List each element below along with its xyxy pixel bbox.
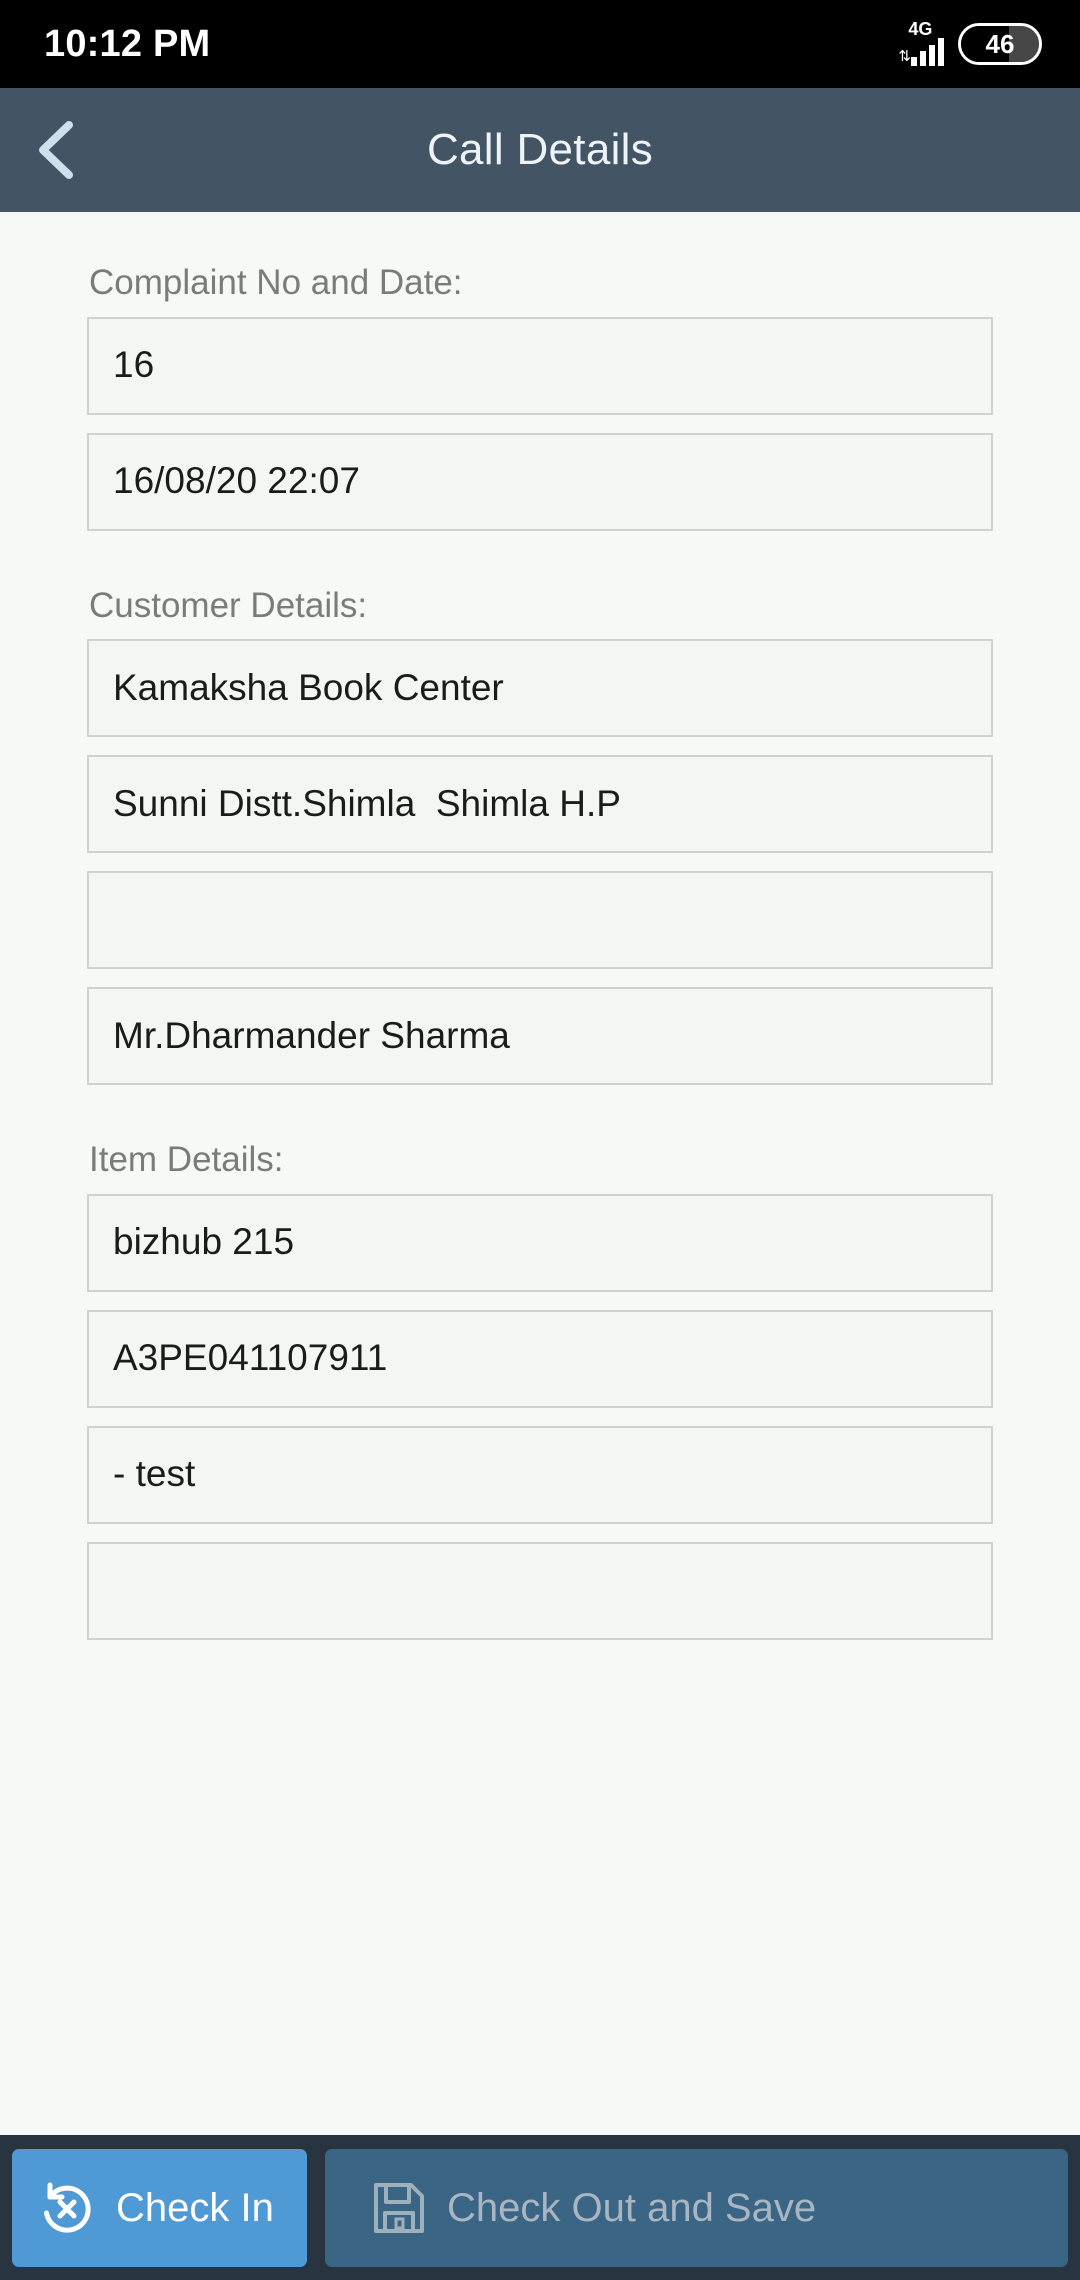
complaint-date-value: 16/08/20 22:07: [113, 460, 360, 502]
page-title: Call Details: [426, 125, 654, 174]
customer-name-value: Kamaksha Book Center: [113, 666, 504, 708]
section-customer: Customer Details: Kamaksha Book Center S…: [87, 549, 993, 1085]
item-problem-field[interactable]: - test: [87, 1425, 993, 1524]
item-serial-field[interactable]: A3PE041107911: [87, 1309, 993, 1408]
status-bar: 10:12 PM 4G ⇅ 46: [0, 0, 1080, 88]
complaint-date-field[interactable]: 16/08/20 22:07: [87, 432, 993, 531]
check-in-button[interactable]: Check In: [12, 2148, 307, 2267]
section-item: Item Details: bizhub 215 A3PE041107911 -…: [87, 1103, 993, 1640]
signal-bars-icon: [911, 36, 944, 66]
battery-level-label: 46: [985, 29, 1015, 59]
check-out-and-save-label: Check Out and Save: [447, 2185, 817, 2230]
customer-address-value: Sunni Distt.Shimla Shimla H.P: [113, 782, 621, 824]
section-complaint: Complaint No and Date: 16 16/08/20 22:07: [87, 212, 993, 531]
back-chevron-icon: [33, 119, 77, 181]
customer-contact-person-value: Mr.Dharmander Sharma: [113, 1014, 510, 1056]
status-clock: 10:12 PM: [44, 23, 211, 65]
customer-contact-person-field[interactable]: Mr.Dharmander Sharma: [87, 987, 993, 1085]
section-label-item: Item Details:: [89, 1140, 284, 1179]
app-bar: Call Details: [0, 88, 1080, 212]
check-in-circular-x-icon: [38, 2179, 96, 2237]
bottom-action-bar: Check In Check Out and Save: [0, 2135, 1080, 2280]
data-transfer-arrows-icon: ⇅: [898, 48, 911, 65]
phone-screen: 10:12 PM 4G ⇅ 46 Call Details Complaint …: [0, 0, 1080, 2280]
status-icons: 4G ⇅ 46: [898, 19, 1042, 66]
network-indicator: 4G ⇅: [898, 19, 944, 66]
item-problem-value: - test: [113, 1453, 196, 1495]
network-type-label: 4G: [908, 19, 933, 39]
section-label-complaint: Complaint No and Date:: [89, 263, 463, 302]
item-serial-value: A3PE041107911: [113, 1337, 388, 1379]
save-floppy-disk-icon: [371, 2180, 427, 2236]
check-out-and-save-button[interactable]: Check Out and Save: [325, 2148, 1068, 2267]
back-button[interactable]: [0, 88, 110, 212]
customer-phone-field[interactable]: [87, 871, 993, 969]
customer-address-field[interactable]: Sunni Distt.Shimla Shimla H.P: [87, 755, 993, 853]
section-label-customer: Customer Details:: [89, 585, 368, 625]
complaint-number-value: 16: [113, 344, 155, 386]
item-model-value: bizhub 215: [113, 1221, 295, 1263]
battery-icon: 46: [958, 23, 1042, 65]
item-remarks-field[interactable]: [87, 1541, 993, 1640]
complaint-number-field[interactable]: 16: [87, 316, 993, 415]
customer-name-field[interactable]: Kamaksha Book Center: [87, 639, 993, 737]
check-in-label: Check In: [116, 2185, 274, 2230]
form-content: Complaint No and Date: 16 16/08/20 22:07…: [0, 212, 1080, 2135]
item-model-field[interactable]: bizhub 215: [87, 1193, 993, 1292]
